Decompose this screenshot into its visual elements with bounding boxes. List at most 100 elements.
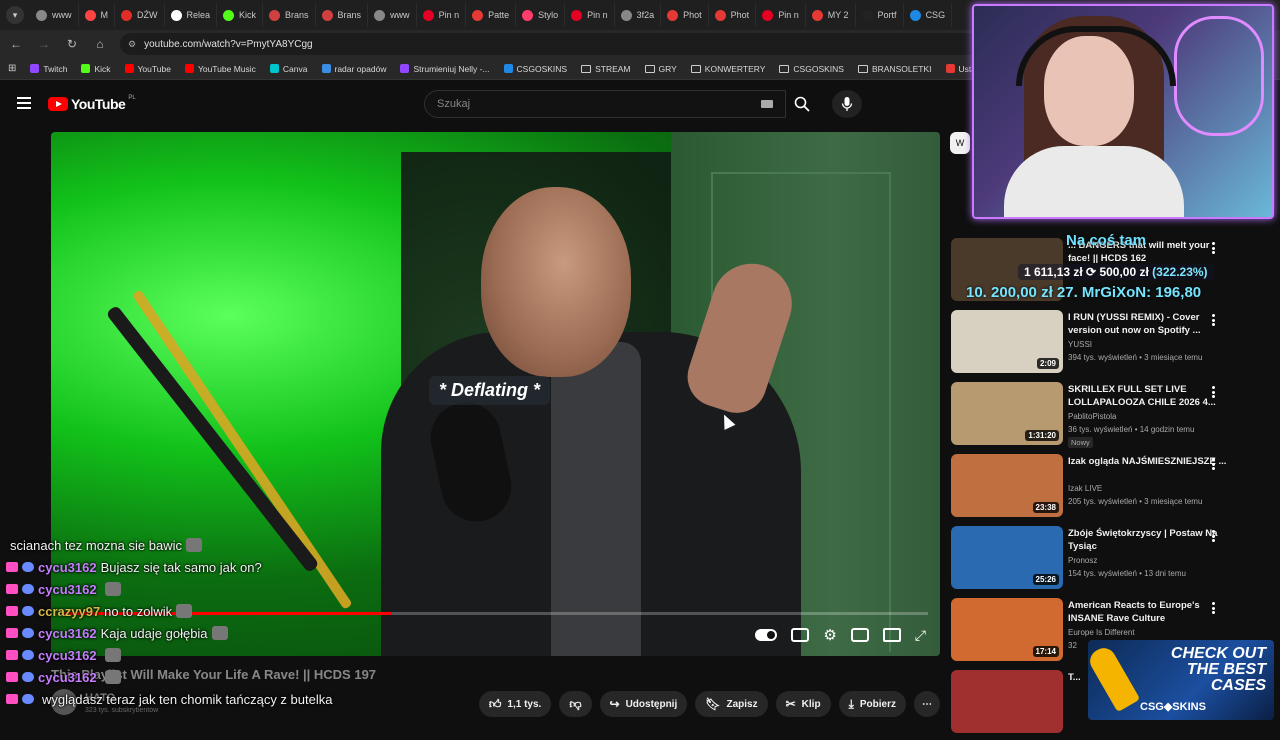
recommendation-channel[interactable]: Europe Is Different bbox=[1068, 628, 1135, 637]
bookmark-item[interactable]: KONWERTERY bbox=[690, 63, 766, 74]
browser-tab[interactable]: www bbox=[368, 3, 417, 27]
browser-tab[interactable]: 3f2a bbox=[615, 3, 662, 27]
browser-tab[interactable]: Patte bbox=[466, 3, 517, 27]
reload-icon[interactable]: ↻ bbox=[64, 37, 80, 51]
more-options-icon[interactable] bbox=[1212, 602, 1215, 614]
filter-chip[interactable]: W bbox=[950, 132, 970, 154]
video-thumbnail[interactable]: 25:26 bbox=[951, 526, 1063, 589]
bookmark-item[interactable]: YouTube Music bbox=[184, 64, 256, 74]
recommendation-item[interactable]: 23:38 Izak ogląda NAJŚMIESZNIEJSZE ... Iza… bbox=[950, 454, 1280, 524]
browser-tab[interactable]: Stylo bbox=[516, 3, 566, 27]
folder-icon bbox=[581, 64, 592, 73]
bookmark-item[interactable]: Twitch bbox=[30, 64, 67, 74]
more-options-icon[interactable] bbox=[1212, 458, 1215, 470]
recommendation-item[interactable]: 1:31:20 SKRILLEX FULL SET LIVE LOLLAPALOO… bbox=[950, 382, 1280, 452]
voice-search-button[interactable] bbox=[832, 90, 862, 118]
bookmark-item[interactable]: CSGOSKINS bbox=[779, 64, 844, 74]
home-icon[interactable]: ⌂ bbox=[92, 37, 108, 51]
tab-favicon-icon bbox=[522, 9, 534, 21]
menu-icon[interactable] bbox=[17, 97, 31, 109]
miniplayer-icon[interactable] bbox=[850, 628, 869, 642]
keyboard-icon[interactable] bbox=[761, 100, 773, 108]
recommendation-title[interactable]: I RUN (YUSSI REMIX) - Cover version out … bbox=[1068, 311, 1228, 337]
like-button[interactable]: 👍︎ 1,1 tys. bbox=[478, 691, 552, 717]
recommendation-title[interactable]: Izak ogląda NAJŚMIESZNIEJSZE ... bbox=[1068, 455, 1228, 468]
recommendation-title[interactable]: Zbóje Świętokrzyscy | Postaw Na Tysiąc bbox=[1068, 527, 1228, 553]
more-options-icon[interactable] bbox=[1212, 530, 1215, 542]
browser-tab[interactable]: Phot bbox=[709, 3, 757, 27]
browser-tab[interactable]: Pin n bbox=[565, 3, 615, 27]
recommendation-meta: 36 tys. wyświetleń • 14 godzin temu bbox=[1068, 425, 1195, 434]
video-thumbnail[interactable]: 2:09 bbox=[951, 310, 1063, 373]
recommendation-channel[interactable]: YUSSI bbox=[1068, 340, 1092, 349]
apps-grid-icon[interactable]: ⊞ bbox=[8, 63, 16, 74]
bookmark-label: BRANSOLETKI bbox=[871, 63, 932, 74]
browser-tab[interactable]: DŹW bbox=[115, 3, 165, 27]
settings-icon[interactable]: ⚙ bbox=[823, 626, 836, 644]
browser-tab[interactable]: www bbox=[30, 3, 79, 27]
browser-tab[interactable]: Relea bbox=[165, 3, 218, 27]
bookmark-item[interactable]: STREAM bbox=[581, 64, 631, 74]
bookmark-item[interactable]: BRANSOLETKI bbox=[857, 63, 932, 74]
tab-favicon-icon bbox=[811, 9, 823, 21]
browser-tab[interactable]: MY 2 bbox=[806, 3, 856, 27]
bookmark-item[interactable]: YouTube bbox=[124, 64, 171, 74]
clip-button[interactable]: ✂ Klip bbox=[775, 691, 831, 717]
chat-message: cycu3162 bbox=[6, 578, 466, 600]
tab-search-button[interactable]: ▾ bbox=[6, 6, 24, 24]
video-thumbnail[interactable] bbox=[951, 670, 1063, 733]
browser-tab[interactable]: Brans bbox=[263, 3, 316, 27]
recommendation-title[interactable]: SKRILLEX FULL SET LIVE LOLLAPALOOZA CHIL… bbox=[1068, 383, 1228, 409]
cast-icon[interactable] bbox=[882, 628, 901, 642]
browser-tab[interactable]: Brans bbox=[316, 3, 369, 27]
bookmark-label: KONWERTERY bbox=[704, 63, 766, 74]
chat-message: cycu3162 bbox=[6, 666, 466, 688]
bookmark-item[interactable]: CSGOSKINS bbox=[503, 64, 567, 74]
search-input[interactable]: Szukaj bbox=[424, 90, 786, 118]
download-button[interactable]: ⤓ Pobierz bbox=[838, 691, 906, 717]
chat-message: scianach tez mozna sie bawic bbox=[6, 534, 466, 556]
back-icon[interactable]: ← bbox=[8, 37, 24, 51]
bookmark-item[interactable]: Strumieniuj Nelly -... bbox=[400, 64, 490, 74]
forward-icon[interactable]: → bbox=[36, 37, 52, 51]
search-button[interactable] bbox=[786, 90, 818, 118]
video-thumbnail[interactable]: 1:31:20 bbox=[951, 382, 1063, 445]
browser-tab[interactable]: Kick bbox=[217, 3, 264, 27]
bookmark-favicon-icon bbox=[503, 64, 513, 73]
browser-tab[interactable]: M bbox=[79, 3, 115, 27]
save-button[interactable]: 🔖︎ Zapisz bbox=[695, 691, 768, 717]
subtitles-icon[interactable] bbox=[791, 628, 810, 642]
recommendation-channel[interactable]: PablitoPistola bbox=[1068, 412, 1116, 421]
more-options-icon[interactable] bbox=[1212, 314, 1215, 326]
browser-tab[interactable]: Pin n bbox=[756, 3, 806, 27]
browser-tab[interactable]: Pin n bbox=[417, 3, 467, 27]
autoplay-toggle[interactable] bbox=[755, 629, 778, 641]
browser-tab[interactable]: Portf bbox=[856, 3, 904, 27]
more-options-icon[interactable] bbox=[1212, 386, 1215, 398]
recommendation-channel[interactable]: Izak LIVE bbox=[1068, 484, 1102, 493]
bookmark-item[interactable]: radar opadów bbox=[321, 64, 386, 74]
more-options-icon[interactable] bbox=[1212, 242, 1215, 254]
bookmark-item[interactable]: Canva bbox=[269, 64, 308, 74]
video-thumbnail[interactable]: 17:14 bbox=[951, 598, 1063, 661]
bookmark-item[interactable]: GRY bbox=[644, 64, 677, 74]
video-thumbnail[interactable]: 23:38 bbox=[951, 454, 1063, 517]
dislike-button[interactable]: 👎︎ bbox=[559, 691, 592, 717]
bookmark-item[interactable]: Kick bbox=[81, 64, 111, 74]
youtube-logo[interactable]: YouTube PL bbox=[48, 95, 136, 112]
tab-label: www bbox=[52, 10, 72, 20]
recommendation-channel[interactable]: Pronosz bbox=[1068, 556, 1097, 565]
share-button[interactable]: ↪ Udostępnij bbox=[599, 691, 688, 717]
more-actions-button[interactable]: ⋯ bbox=[914, 691, 940, 717]
bookmark-favicon-icon bbox=[30, 64, 40, 73]
fullscreen-icon[interactable]: ⤢ bbox=[915, 627, 926, 644]
recommendation-item[interactable]: 25:26 Zbóje Świętokrzyscy | Postaw Na Tys… bbox=[950, 526, 1280, 596]
url-text: youtube.com/watch?v=PmytYA8YCgg bbox=[144, 38, 313, 50]
site-info-icon[interactable]: ⚙ bbox=[128, 39, 136, 50]
recommendation-title[interactable]: American Reacts to Europe's INSANE Rave … bbox=[1068, 599, 1228, 625]
folder-icon bbox=[857, 64, 868, 73]
browser-tab[interactable]: CSG bbox=[904, 3, 953, 27]
address-bar[interactable]: ⚙ youtube.com/watch?v=PmytYA8YCgg bbox=[120, 33, 980, 55]
recommendation-item[interactable]: 2:09 I RUN (YUSSI REMIX) - Cover version … bbox=[950, 310, 1280, 380]
browser-tab[interactable]: Phot bbox=[661, 3, 709, 27]
